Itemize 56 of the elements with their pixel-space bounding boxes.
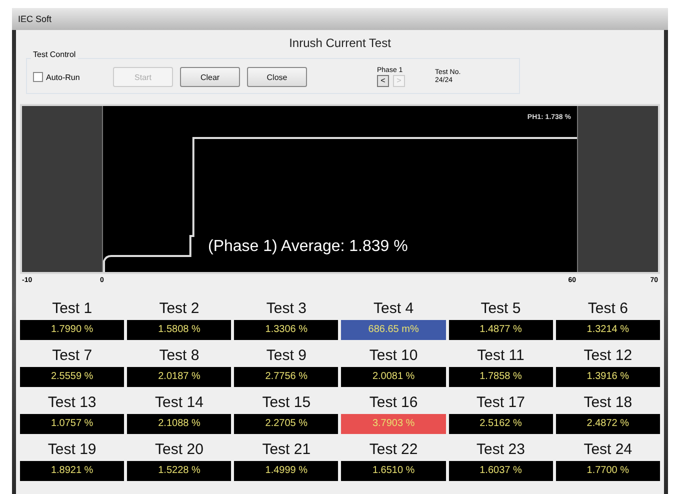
test-label: Test 22 — [368, 440, 419, 460]
test-value: 2.2705 % — [234, 414, 338, 434]
test-value: 1.6510 % — [341, 461, 446, 481]
test-value: 2.7756 % — [234, 367, 338, 387]
test-label: Test 6 — [586, 299, 629, 319]
test-value: 1.4999 % — [234, 461, 338, 481]
test-label: Test 13 — [46, 393, 98, 413]
test-label: Test 9 — [265, 346, 308, 366]
clear-button[interactable]: Clear — [180, 67, 240, 87]
test-value: 1.7858 % — [448, 367, 553, 387]
test-value: 2.1088 % — [127, 414, 232, 434]
test-value: 1.0757 % — [20, 414, 124, 434]
test-label: Test 19 — [46, 440, 98, 460]
test-value: 2.0187 % — [127, 367, 232, 387]
test-value: 1.6037 % — [448, 461, 553, 481]
test-value: 1.3916 % — [556, 367, 660, 387]
test-value: 1.5228 % — [127, 461, 232, 481]
test-value: 2.5559 % — [20, 367, 124, 387]
test-value: 1.3306 % — [234, 320, 338, 340]
test-label: Test 3 — [265, 299, 308, 319]
test-label: Test 24 — [582, 440, 634, 460]
test-value: 1.5808 % — [127, 320, 232, 340]
test-value: 2.5162 % — [448, 414, 553, 434]
test-label: Test 12 — [582, 346, 634, 366]
test-label: Test 14 — [154, 393, 204, 413]
test-value: 1.7700 % — [556, 461, 660, 481]
test-label: Test 7 — [51, 346, 94, 366]
test-value: 2.0081 % — [341, 367, 446, 387]
test-label: Test 21 — [261, 440, 312, 460]
test-label: Test 11 — [476, 346, 526, 366]
test-label: Test 1 — [51, 299, 94, 319]
average-label: (Phase 1) Average: 1.839 % — [208, 238, 408, 256]
test-value: 686.65 m% — [341, 320, 446, 340]
test-label: Test 15 — [261, 393, 312, 413]
window-title: IEC Soft — [18, 14, 52, 24]
test-label: Test 18 — [582, 393, 634, 413]
previous-phase-button[interactable]: < — [377, 75, 389, 87]
test-label: Test 17 — [476, 393, 526, 413]
auto-run-checkbox[interactable]: Auto-Run — [33, 72, 103, 82]
test-label: Test 5 — [480, 299, 522, 319]
test-value: 1.8921 % — [20, 461, 124, 481]
test-value: 3.7903 % — [341, 414, 446, 434]
test-value: 1.7990 % — [20, 320, 124, 340]
test-label: Test 4 — [372, 299, 415, 319]
dialog-title: Inrush Current Test — [288, 35, 392, 52]
test-label: Test 20 — [154, 440, 204, 460]
test-value: 1.3214 % — [556, 320, 660, 340]
test-label: Test 10 — [368, 346, 419, 366]
test-label: Test 8 — [158, 346, 200, 366]
test-label: Test 23 — [476, 440, 526, 460]
close-button[interactable]: Close — [247, 67, 307, 87]
test-value: 1.4877 % — [448, 320, 553, 340]
test-label: Test 2 — [158, 299, 200, 319]
test-value: 2.4872 % — [556, 414, 660, 434]
group-label: Test Control — [31, 50, 78, 59]
test-label: Test 16 — [368, 393, 419, 413]
